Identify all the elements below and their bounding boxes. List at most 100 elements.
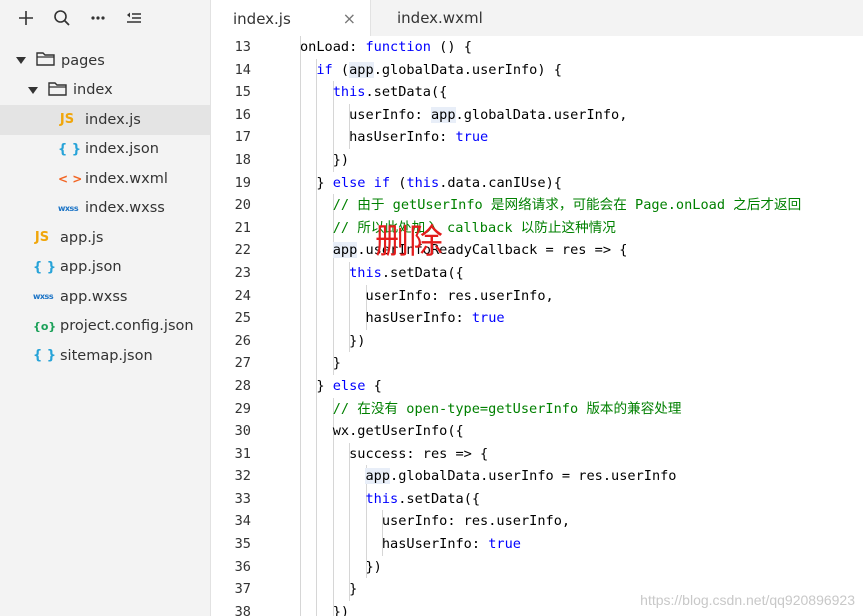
file-tree-label: index xyxy=(73,82,113,99)
code-line[interactable]: 36 }) xyxy=(211,555,863,579)
file-tree-label: index.wxml xyxy=(85,170,168,187)
file-tree-item-app-js[interactable]: JS app.js xyxy=(0,223,210,253)
code-text: this.setData({ xyxy=(349,264,464,281)
line-number: 26 xyxy=(234,332,251,349)
file-tree-label: index.js xyxy=(85,111,141,128)
js-file-icon: JS xyxy=(59,112,75,128)
code-text: if (app.globalData.userInfo) { xyxy=(316,61,562,78)
file-tree-label: project.config.json xyxy=(60,318,194,335)
line-number: 24 xyxy=(234,287,251,304)
file-tree-label: pages xyxy=(61,52,105,69)
code-line[interactable]: 33 this.setData({ xyxy=(211,487,863,511)
collapse-icon[interactable] xyxy=(116,0,152,36)
code-text: userInfo: res.userInfo, xyxy=(300,287,554,304)
line-number: 16 xyxy=(234,106,251,123)
plus-icon[interactable] xyxy=(8,0,44,36)
line-number: 28 xyxy=(234,377,251,394)
line-number: 35 xyxy=(234,536,251,553)
code-line[interactable]: 17 hasUserInfo: true xyxy=(211,126,863,149)
file-tree-item-sitemap-json[interactable]: { } sitemap.json xyxy=(0,341,210,371)
code-line[interactable]: 24 userInfo: res.userInfo, xyxy=(211,284,863,308)
wxss-file-icon: wxss xyxy=(33,292,54,302)
file-tree-item-app-json[interactable]: { } app.json xyxy=(0,253,210,283)
code-line[interactable]: 26 }) xyxy=(211,329,863,353)
annotation-overlay-text: 删除 xyxy=(375,222,443,262)
file-tree-label: sitemap.json xyxy=(60,347,153,364)
line-number: 20 xyxy=(234,197,251,214)
code-text: // 所以此处加入 callback 以防止这种情况 xyxy=(332,219,616,236)
cfg-file-icon: {o} xyxy=(33,319,57,333)
code-line[interactable]: 30 wx.getUserInfo({ xyxy=(211,420,863,443)
code-line[interactable]: 35 hasUserInfo: true xyxy=(211,533,863,556)
line-number: 37 xyxy=(234,581,251,598)
tab-index-wxml[interactable]: index.wxml xyxy=(371,0,531,36)
watermark: https://blog.csdn.net/qq920896923 xyxy=(640,592,855,608)
code-text: } xyxy=(300,355,341,372)
json-file-icon: { } xyxy=(58,141,82,157)
code-line[interactable]: 27 } xyxy=(211,352,863,375)
line-number: 38 xyxy=(234,603,251,616)
code-text: onLoad: function () { xyxy=(300,39,472,55)
tab-index-js[interactable]: index.js × xyxy=(211,0,371,37)
line-number: 25 xyxy=(234,310,251,327)
code-text: success: res => { xyxy=(300,445,489,462)
file-tree-label: index.wxss xyxy=(85,200,165,217)
line-number: 27 xyxy=(234,355,251,372)
editor-tabs: index.js × index.wxml xyxy=(211,0,863,37)
close-icon[interactable]: × xyxy=(343,9,356,28)
code-line[interactable]: 15 this.setData({ xyxy=(211,81,863,104)
file-tree-item-index-json[interactable]: { } index.json xyxy=(0,135,210,165)
code-line[interactable]: 22 app.userInfoReadyCallback = res => { xyxy=(211,239,863,262)
file-tree-item-project-config-json[interactable]: {o} project.config.json xyxy=(0,312,210,342)
code-editor[interactable]: 13 onLoad: function () { 14 if (app.global… xyxy=(211,36,863,616)
file-tree-item-index[interactable]: index xyxy=(0,76,210,106)
code-line[interactable]: 34 userInfo: res.userInfo, xyxy=(211,510,863,534)
explorer-toolbar xyxy=(0,0,210,36)
code-line[interactable]: 29 // 在没有 open-type=getUserInfo 版本的兼容处理 xyxy=(211,397,863,421)
line-number: 30 xyxy=(234,423,251,440)
file-tree-label: index.json xyxy=(85,141,159,158)
code-text: }) xyxy=(300,558,382,575)
code-line[interactable]: 19 } else if (this.data.canIUse){ xyxy=(211,171,863,195)
code-line[interactable]: 25 hasUserInfo: true xyxy=(211,307,863,330)
line-number: 31 xyxy=(234,445,251,462)
folder-icon xyxy=(48,81,67,100)
wxss-file-icon: wxss xyxy=(58,203,79,213)
file-tree-label: app.json xyxy=(60,259,122,276)
line-number: 15 xyxy=(234,84,251,101)
chevron-down-icon[interactable] xyxy=(28,86,38,94)
code-text: }) xyxy=(300,332,366,349)
file-tree-item-index-wxml[interactable]: < > index.wxml xyxy=(0,164,210,194)
tab-label: index.wxml xyxy=(397,9,483,27)
json-file-icon: { } xyxy=(33,348,57,364)
code-text: }) xyxy=(300,151,350,168)
line-number: 29 xyxy=(234,400,251,417)
file-tree-item-index-wxss[interactable]: wxss index.wxss xyxy=(0,194,210,224)
code-line[interactable]: 14 if (app.globalData.userInfo) { xyxy=(211,58,863,82)
line-number: 23 xyxy=(234,264,251,281)
code-line[interactable]: 20 // 由于 getUserInfo 是网络请求，可能会在 Page.onL… xyxy=(211,194,863,217)
line-number: 13 xyxy=(234,39,251,55)
file-tree-item-app-wxss[interactable]: wxss app.wxss xyxy=(0,282,210,312)
search-icon[interactable] xyxy=(44,0,80,36)
chevron-down-icon[interactable] xyxy=(16,57,26,65)
line-number: 22 xyxy=(234,242,251,259)
line-number: 34 xyxy=(234,513,251,530)
code-line[interactable]: 21 // 所以此处加入 callback 以防止这种情况 xyxy=(211,216,863,240)
line-number: 17 xyxy=(234,129,251,146)
code-line[interactable]: 13 onLoad: function () { xyxy=(211,36,863,59)
code-line[interactable]: 32 app.globalData.userInfo = res.userInf… xyxy=(211,465,863,488)
file-tree: pages index JS index.js{ } index.json < > inde… xyxy=(0,46,210,371)
file-tree-item-pages[interactable]: pages xyxy=(0,46,210,76)
more-icon[interactable] xyxy=(80,0,116,36)
line-number: 18 xyxy=(234,151,251,168)
code-text: } else { xyxy=(300,377,382,394)
code-line[interactable]: 18 }) xyxy=(211,148,863,172)
code-text: hasUserInfo: true xyxy=(300,129,489,146)
code-line[interactable]: 16 userInfo: app.globalData.userInfo, xyxy=(211,103,863,127)
code-text: // 在没有 open-type=getUserInfo 版本的兼容处理 xyxy=(332,400,682,417)
code-line[interactable]: 23 this.setData({ xyxy=(211,261,863,285)
code-line[interactable]: 28 } else { xyxy=(211,374,863,398)
file-tree-item-index-js[interactable]: JS index.js xyxy=(0,105,210,135)
code-line[interactable]: 31 success: res => { xyxy=(211,442,863,466)
